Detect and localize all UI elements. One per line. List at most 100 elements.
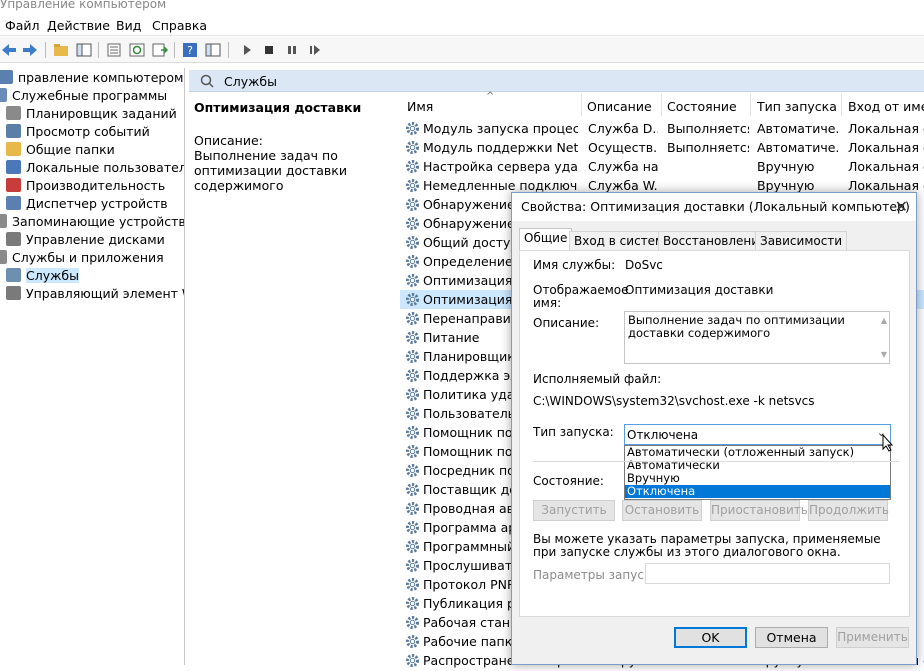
wmi-icon (6, 286, 21, 300)
service-name-cell: Настройка сервера удален... (423, 159, 578, 174)
refresh-icon[interactable] (128, 41, 146, 59)
back-arrow-icon[interactable] (0, 41, 18, 59)
service-desc-cell: Служба на... (588, 159, 658, 174)
tree-item[interactable]: Службы и приложения (0, 248, 164, 266)
menu-file[interactable]: Файл (5, 18, 40, 33)
forward-arrow-icon[interactable] (21, 41, 39, 59)
close-icon[interactable]: ✕ (895, 197, 908, 216)
display-name-value: Оптимизация доставки (625, 283, 774, 297)
service-logon-cell: Локальная сл (848, 140, 924, 155)
help-icon[interactable]: ? (181, 41, 199, 59)
exe-label: Исполняемый файл: (533, 372, 662, 386)
window-titlebar: Управление компьютером (0, 0, 924, 14)
help-topics-icon[interactable] (204, 41, 222, 59)
tree-item[interactable]: Службы (6, 266, 79, 284)
state-label: Состояние: (533, 474, 604, 488)
stop-icon[interactable] (260, 41, 278, 59)
sort-arrow-icon: ^ (486, 91, 495, 102)
column-startup-type[interactable]: Тип запуска (757, 99, 837, 114)
storage-icon (0, 214, 7, 228)
table-row[interactable]: Настройка сервера удален... Служба на... В… (400, 157, 924, 176)
service-startup-cell: Автоматиче... (757, 121, 839, 136)
tree-item[interactable]: Служебные программы (0, 86, 167, 104)
service-name-cell: Модуль поддержки NetBI... (423, 140, 578, 155)
services-header: Службы (189, 70, 924, 92)
column-state[interactable]: Состояние (667, 99, 737, 114)
menu-view[interactable]: Вид (116, 18, 141, 33)
tools-icon (0, 88, 7, 102)
tree-item-label: правление компьютером (локаль (18, 69, 184, 85)
pause-button[interactable]: Приостановить (710, 500, 808, 521)
tree-item[interactable]: Управляющий элемент WM (6, 284, 184, 302)
service-desc-cell: Служба D... (588, 121, 658, 136)
tree-item-label: Локальные пользователи и (26, 159, 184, 175)
startup-params-input[interactable] (645, 563, 890, 584)
tree-item-label: Управляющий элемент WM (26, 285, 184, 301)
gear-icon (405, 311, 420, 326)
option-disabled[interactable]: Отключена (625, 485, 890, 498)
service-name-cell: Немедленные подключен... (423, 178, 578, 193)
service-desc-cell: Осуществ... (588, 140, 658, 155)
restart-icon[interactable] (306, 41, 324, 59)
tree-item[interactable]: Управление дисками (6, 230, 165, 248)
export-list-icon[interactable] (151, 41, 169, 59)
gear-icon (405, 539, 420, 554)
gear-icon (405, 444, 420, 459)
tree-item[interactable]: правление компьютером (локаль (0, 68, 184, 86)
gear-icon (405, 615, 420, 630)
column-name[interactable]: Имя (407, 99, 433, 114)
menu-help[interactable]: Справка (152, 18, 207, 33)
apply-button[interactable]: Применить (836, 627, 909, 648)
gear-icon (405, 330, 420, 345)
gear-icon (405, 216, 420, 231)
tree-item[interactable]: Производительность (6, 176, 165, 194)
startup-type-combo[interactable]: Отключена ⌄ (624, 424, 891, 445)
properties-icon[interactable] (105, 41, 123, 59)
gear-icon (405, 558, 420, 573)
tree-item[interactable]: Просмотр событий (6, 122, 150, 140)
gear-icon (405, 292, 420, 307)
svg-text:?: ? (187, 44, 193, 57)
tree-item[interactable]: Общие папки (6, 140, 115, 158)
tree-item-label: Управление дисками (26, 231, 165, 247)
gear-icon (405, 368, 420, 383)
ok-button[interactable]: OK (674, 627, 747, 648)
menu-action[interactable]: Действие (47, 18, 110, 33)
description-text: Выполнение задач по оптимизации доставки… (194, 148, 347, 193)
resume-button[interactable]: Продолжить (808, 500, 889, 521)
scroll-up-icon[interactable]: ▲ (881, 314, 887, 327)
tree-item[interactable]: Локальные пользователи и (6, 158, 184, 176)
cancel-button[interactable]: Отмена (755, 627, 828, 648)
gear-icon (405, 159, 420, 174)
mouse-cursor-icon (882, 433, 894, 455)
tab-general[interactable]: Общие (519, 228, 573, 251)
startup-params-label: Параметры запуска: (533, 568, 663, 582)
up-folder-icon[interactable] (52, 41, 70, 59)
tree-item[interactable]: Диспетчер устройств (6, 194, 168, 212)
service-logon-cell: Локальная си (848, 121, 924, 136)
column-logon-as[interactable]: Вход от имени (848, 99, 924, 114)
performance-icon (6, 178, 21, 192)
menu-bar: Файл Действие Вид Справка (0, 14, 924, 36)
users-icon (6, 160, 21, 174)
gear-icon (405, 273, 420, 288)
shared-folder-icon (6, 142, 21, 156)
tab-dependencies[interactable]: Зависимости (755, 231, 848, 250)
tree-item[interactable]: Запоминающие устройства (0, 212, 184, 230)
show-hide-tree-icon[interactable] (75, 41, 93, 59)
table-row[interactable]: Модуль запуска процессо... Служба D... Вып… (400, 119, 924, 138)
column-description[interactable]: Описание (587, 99, 652, 114)
start-button[interactable]: Запустить (533, 500, 615, 521)
tree-item-label: Общие папки (26, 141, 115, 157)
gear-icon (405, 577, 420, 592)
pause-icon[interactable] (283, 41, 301, 59)
description-textarea[interactable]: Выполнение задач по оптимизации доставки… (624, 311, 890, 364)
tree-item[interactable]: Планировщик заданий (6, 104, 177, 122)
stop-button[interactable]: Остановить (622, 500, 702, 521)
gear-icon (405, 653, 420, 668)
table-row[interactable]: Модуль поддержки NetBI... Осуществ... Выпо… (400, 138, 924, 157)
service-name-value: DoSvc (625, 258, 663, 272)
play-icon[interactable] (238, 41, 256, 59)
scroll-down-icon[interactable]: ▼ (881, 348, 887, 361)
gear-icon (405, 349, 420, 364)
